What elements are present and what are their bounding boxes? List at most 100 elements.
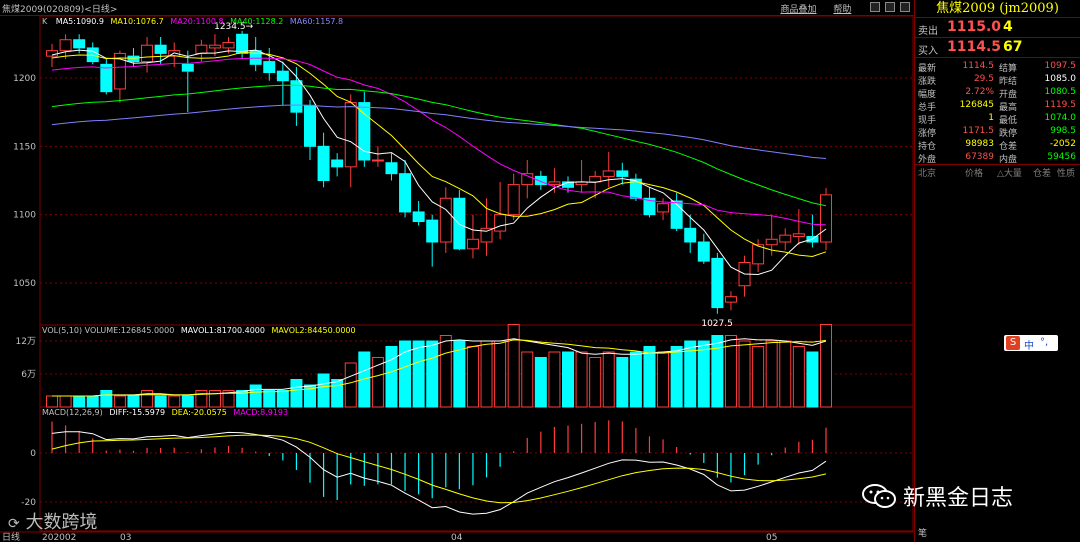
- ime-badge[interactable]: S 中 °,: [1004, 335, 1058, 352]
- date-label: 05: [766, 533, 777, 542]
- ime-punct-icon: °,: [1040, 337, 1049, 348]
- volume-bar: [548, 351, 561, 408]
- candle-body: [684, 227, 697, 243]
- stat-value: 126845: [959, 100, 994, 110]
- volume-bar: [154, 395, 167, 408]
- tick-header-cell: 仓差: [1033, 169, 1052, 179]
- volume-bar: [820, 324, 832, 408]
- volume-bar: [738, 340, 751, 408]
- volume-bar: [670, 346, 683, 408]
- tick-header-cell: △大量: [997, 169, 1022, 179]
- restore-button[interactable]: [885, 2, 896, 12]
- volume-bar: [494, 340, 507, 408]
- volume-bar: [657, 351, 670, 408]
- stat-value: 67389: [965, 152, 994, 162]
- legend-diff: DIFF:-15.5979: [109, 408, 166, 417]
- sell-label: 卖出: [918, 26, 938, 37]
- volume-bar: [426, 340, 439, 408]
- ma10-line: [51, 51, 827, 258]
- close-button[interactable]: [900, 2, 910, 12]
- candle-body: [426, 219, 439, 243]
- volume-legend: VOL(5,10) VOLUME:126845.0000 MAVOL1:8170…: [42, 326, 356, 335]
- volume-bar: [181, 395, 194, 408]
- volume-tick-label: 12万: [16, 337, 36, 347]
- note-tab[interactable]: 笔: [918, 526, 927, 539]
- minimize-button[interactable]: [870, 2, 881, 12]
- candle-body: [276, 70, 289, 82]
- volume-bar: [113, 395, 126, 408]
- sell-price: 1115.0: [947, 19, 1002, 35]
- volume-bar: [711, 335, 724, 408]
- volume-bar: [779, 340, 792, 408]
- volume-bar: [575, 351, 588, 408]
- candle-body: [154, 44, 167, 54]
- candle-body: [412, 211, 425, 223]
- stat-row: 现手 1 最低 1074.0: [915, 112, 1080, 126]
- stat-value: 59456: [1047, 152, 1076, 162]
- candle-body: [616, 170, 629, 177]
- candle-body: [317, 145, 330, 181]
- stat-row: 涨停 1171.5 跌停 998.5: [915, 125, 1080, 139]
- legend-mavol2: MAVOL2:84450.0000: [271, 326, 356, 335]
- candle-body: [697, 241, 710, 262]
- volume-bar: [480, 340, 493, 408]
- candle-body: [548, 181, 561, 186]
- ma5-line: [51, 49, 827, 276]
- date-label: 04: [451, 533, 463, 542]
- stat-value: 98983: [965, 139, 994, 149]
- chart-area[interactable]: 1200 1150 1100 1050 1234.5→ 1027.5 12万 6万 0 -20 日线…: [0, 15, 914, 542]
- volume-bar: [534, 357, 547, 408]
- sell-row[interactable]: 卖出 1115.0 4: [915, 18, 1080, 38]
- candle-body: [195, 44, 208, 54]
- link-overlay[interactable]: 商品叠加: [780, 5, 816, 15]
- price-tick-label: 1200: [13, 74, 36, 84]
- link-help[interactable]: 帮助: [833, 5, 851, 15]
- price-tick-label: 1050: [13, 279, 36, 289]
- stat-value: 1085.0: [1044, 74, 1077, 84]
- wechat-icon: [862, 483, 896, 509]
- candle-body: [385, 162, 398, 175]
- macd-legend: MACD(12,26,9) DIFF:-15.5979 DEA:-20.0575…: [42, 408, 288, 417]
- volume-bar: [168, 395, 181, 408]
- kline-chart-svg[interactable]: 12001150110010501234.5→1027.512万6万0-20日线…: [0, 15, 914, 542]
- candle-body: [711, 257, 724, 309]
- volume-bar: [73, 395, 86, 408]
- buy-volume: 67: [1003, 39, 1023, 55]
- stat-value: -2052: [1049, 139, 1076, 149]
- dea-line: [51, 434, 827, 504]
- legend-macd-value: MACD:8.9193: [233, 408, 289, 417]
- candle-body: [602, 170, 615, 177]
- logo-text: 大数跨境: [25, 512, 98, 533]
- ma60-line: [51, 104, 827, 159]
- stat-value: 1171.5: [962, 126, 995, 136]
- buy-row[interactable]: 买入 1114.5 67: [915, 38, 1080, 58]
- quote-panel: 焦煤2009 (jm2009) 卖出 1115.0 4 买入 1114.5 67…: [914, 0, 1080, 542]
- volume-bar: [765, 340, 778, 408]
- macd-panel-frame: [39, 406, 914, 532]
- ime-label: 中: [1024, 341, 1034, 352]
- stat-row: 总手 126845 最高 1119.5: [915, 99, 1080, 113]
- stat-value: 1080.5: [1044, 87, 1077, 97]
- mavol1-line: [52, 338, 827, 397]
- candle-body: [494, 214, 507, 232]
- watermark-text: 新黑金日志: [903, 486, 1014, 511]
- ma40-line: [51, 84, 827, 207]
- watermark: 新黑金日志: [862, 480, 1013, 512]
- volume-bar: [344, 362, 357, 408]
- candle-body: [222, 41, 235, 49]
- stat-row: 最新 1114.5 结算 1097.5: [915, 60, 1080, 74]
- volume-bar: [276, 390, 289, 408]
- candle-body: [439, 197, 452, 243]
- stat-row: 外盘 67389 内盘 59456: [915, 151, 1080, 165]
- volume-bar: [100, 390, 113, 408]
- legend-ma20: MA20:1100.8: [170, 17, 224, 26]
- candle-body: [670, 200, 683, 229]
- volume-tick-label: 6万: [21, 370, 36, 380]
- candle-body: [59, 39, 72, 52]
- volume-bar: [643, 346, 656, 408]
- volume-bar: [602, 351, 615, 408]
- logo-icon: ⟳: [8, 516, 20, 532]
- contract-name: 焦煤2009 (jm2009): [915, 0, 1080, 18]
- price-panel-frame: [39, 15, 914, 326]
- candle-body: [331, 159, 344, 168]
